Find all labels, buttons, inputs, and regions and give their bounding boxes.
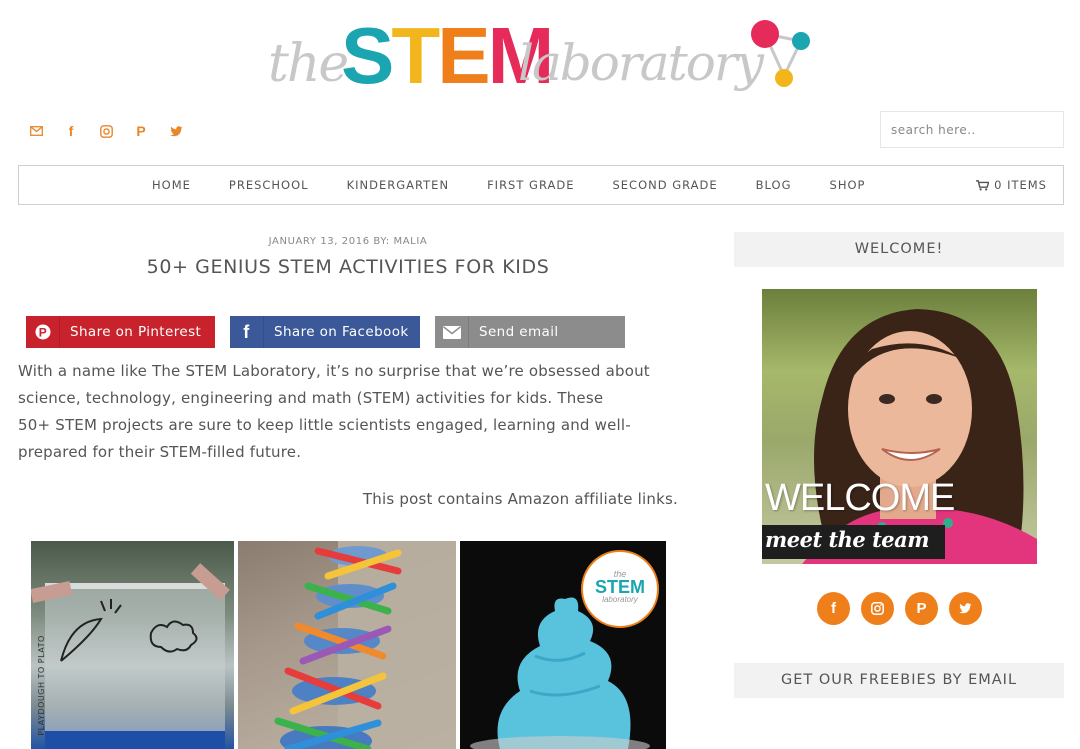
nav-item-preschool[interactable]: PRESCHOOL bbox=[229, 178, 309, 192]
collage-photo-slime: the STEM laboratory bbox=[460, 541, 666, 749]
envelope-icon bbox=[435, 316, 469, 348]
share-facebook-label: Share on Facebook bbox=[274, 324, 409, 340]
header-social-links: f P bbox=[28, 122, 184, 140]
meet-the-team-label: meet the team bbox=[762, 525, 945, 559]
sidebar-social-links: f P bbox=[817, 592, 982, 625]
collage-photo-craft-stick-tower bbox=[238, 541, 456, 749]
share-email-button[interactable]: Send email bbox=[435, 316, 625, 348]
svg-text:P: P bbox=[38, 326, 46, 340]
post-intro-line: prepared for their STEM-filled future. bbox=[18, 443, 302, 461]
cart-label: 0 ITEMS bbox=[994, 178, 1047, 192]
twitter-icon[interactable] bbox=[949, 592, 982, 625]
mail-icon[interactable] bbox=[28, 122, 44, 140]
nav-item-kindergarten[interactable]: KINDERGARTEN bbox=[347, 178, 449, 192]
cart-icon bbox=[976, 179, 990, 190]
stem-lab-badge: the STEM laboratory bbox=[584, 555, 656, 627]
post-meta: JANUARY 13, 2016 BY: MALIA bbox=[268, 236, 428, 247]
cart-link[interactable]: 0 ITEMS bbox=[976, 178, 1047, 192]
facebook-icon[interactable]: f bbox=[817, 592, 850, 625]
logo-the: the bbox=[268, 34, 349, 94]
instagram-icon[interactable] bbox=[98, 122, 114, 140]
twitter-icon[interactable] bbox=[168, 122, 184, 140]
site-logo[interactable]: the STEM laboratory bbox=[268, 14, 828, 114]
logo-letter-s: S bbox=[341, 11, 394, 100]
share-facebook-button[interactable]: f Share on Facebook bbox=[230, 316, 420, 348]
logo-letter-t: T bbox=[391, 11, 440, 100]
share-pinterest-button[interactable]: P Share on Pinterest bbox=[26, 316, 215, 348]
nav-item-blog[interactable]: BLOG bbox=[756, 178, 792, 192]
freebies-widget-title: GET OUR FREEBIES BY EMAIL bbox=[734, 663, 1064, 698]
collage-photo-cloud-experiment: PLAYDOUGH TO PLATO bbox=[31, 541, 234, 749]
post-intro: With a name like The STEM Laboratory, it… bbox=[18, 358, 678, 466]
logo-letter-e: E bbox=[437, 11, 490, 100]
instagram-icon[interactable] bbox=[861, 592, 894, 625]
main-nav: HOME PRESCHOOL KINDERGARTEN FIRST GRADE … bbox=[18, 165, 1064, 205]
badge-stem: STEM bbox=[594, 577, 645, 597]
post-intro-line: science, technology, engineering and mat… bbox=[18, 389, 604, 407]
post-title[interactable]: 50+ GENIUS STEM ACTIVITIES FOR KIDS bbox=[18, 256, 678, 278]
logo-laboratory: laboratory bbox=[518, 34, 764, 92]
facebook-icon: f bbox=[230, 316, 264, 348]
nav-item-shop[interactable]: SHOP bbox=[830, 178, 866, 192]
facebook-icon[interactable]: f bbox=[63, 122, 79, 140]
welcome-overlay-text: WELCOME bbox=[765, 477, 955, 519]
post-intro-line: With a name like The STEM Laboratory, it… bbox=[18, 362, 650, 380]
nav-item-first-grade[interactable]: FIRST GRADE bbox=[487, 178, 574, 192]
nav-item-home[interactable]: HOME bbox=[152, 178, 191, 192]
welcome-photo[interactable]: WELCOME meet the team bbox=[762, 289, 1037, 564]
pinterest-icon[interactable]: P bbox=[133, 122, 149, 140]
nav-item-second-grade[interactable]: SECOND GRADE bbox=[612, 178, 717, 192]
molecule-icon bbox=[751, 20, 810, 87]
affiliate-disclosure: This post contains Amazon affiliate link… bbox=[362, 490, 678, 508]
post-intro-line: 50+ STEM projects are sure to keep littl… bbox=[18, 416, 631, 434]
welcome-widget-title: WELCOME! bbox=[734, 232, 1064, 267]
pinterest-icon[interactable]: P bbox=[905, 592, 938, 625]
share-pinterest-label: Share on Pinterest bbox=[70, 324, 202, 340]
photo-watermark: PLAYDOUGH TO PLATO bbox=[36, 635, 46, 736]
share-email-label: Send email bbox=[479, 324, 559, 340]
search-input[interactable] bbox=[880, 111, 1064, 148]
pinterest-icon: P bbox=[26, 316, 60, 348]
